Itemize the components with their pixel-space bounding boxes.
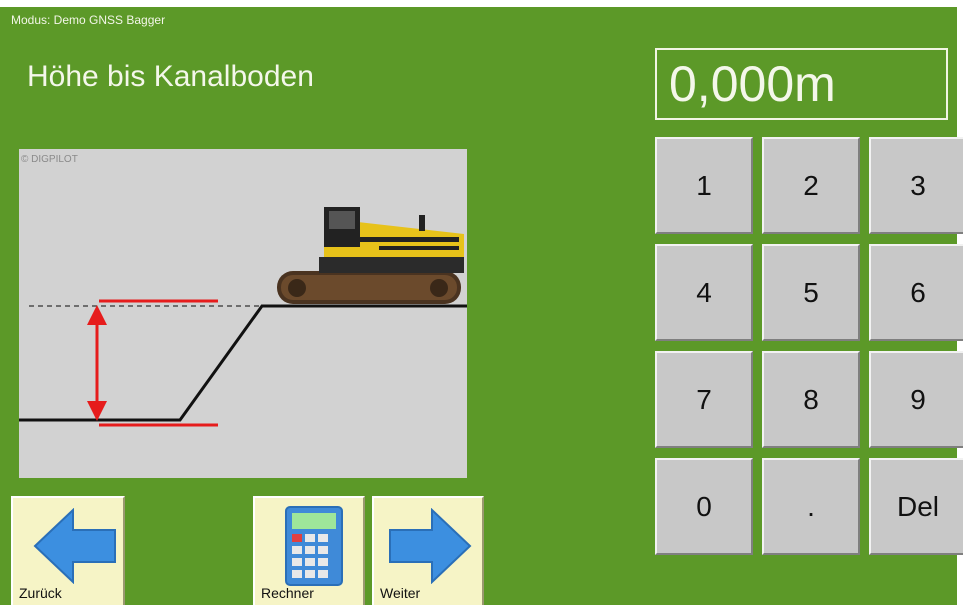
value-display[interactable]: 0,000m <box>655 48 948 120</box>
key-delete[interactable]: Del <box>869 458 963 555</box>
arrow-right-icon <box>389 508 472 584</box>
arrow-left-icon <box>33 508 116 584</box>
calculator-button[interactable]: Rechner <box>253 496 365 605</box>
mode-label: Modus: Demo GNSS Bagger <box>11 13 166 27</box>
page-title: Höhe bis Kanalboden <box>27 60 314 93</box>
window-frame-top <box>0 0 963 7</box>
key-decimal[interactable]: . <box>762 458 860 555</box>
key-0[interactable]: 0 <box>655 458 753 555</box>
key-2[interactable]: 2 <box>762 137 860 234</box>
key-4[interactable]: 4 <box>655 244 753 341</box>
key-3[interactable]: 3 <box>869 137 963 234</box>
key-8[interactable]: 8 <box>762 351 860 448</box>
back-label: Zurück <box>19 585 62 601</box>
copyright-text: © DIGPILOT <box>21 154 78 165</box>
calculator-label: Rechner <box>261 585 314 601</box>
back-button[interactable]: Zurück <box>11 496 125 605</box>
next-label: Weiter <box>380 585 421 601</box>
calculator-icon <box>285 506 343 586</box>
next-button[interactable]: Weiter <box>372 496 484 605</box>
key-9[interactable]: 9 <box>869 351 963 448</box>
key-1[interactable]: 1 <box>655 137 753 234</box>
key-7[interactable]: 7 <box>655 351 753 448</box>
key-5[interactable]: 5 <box>762 244 860 341</box>
key-6[interactable]: 6 <box>869 244 963 341</box>
trench-illustration: © DIGPILOT <box>19 149 467 478</box>
